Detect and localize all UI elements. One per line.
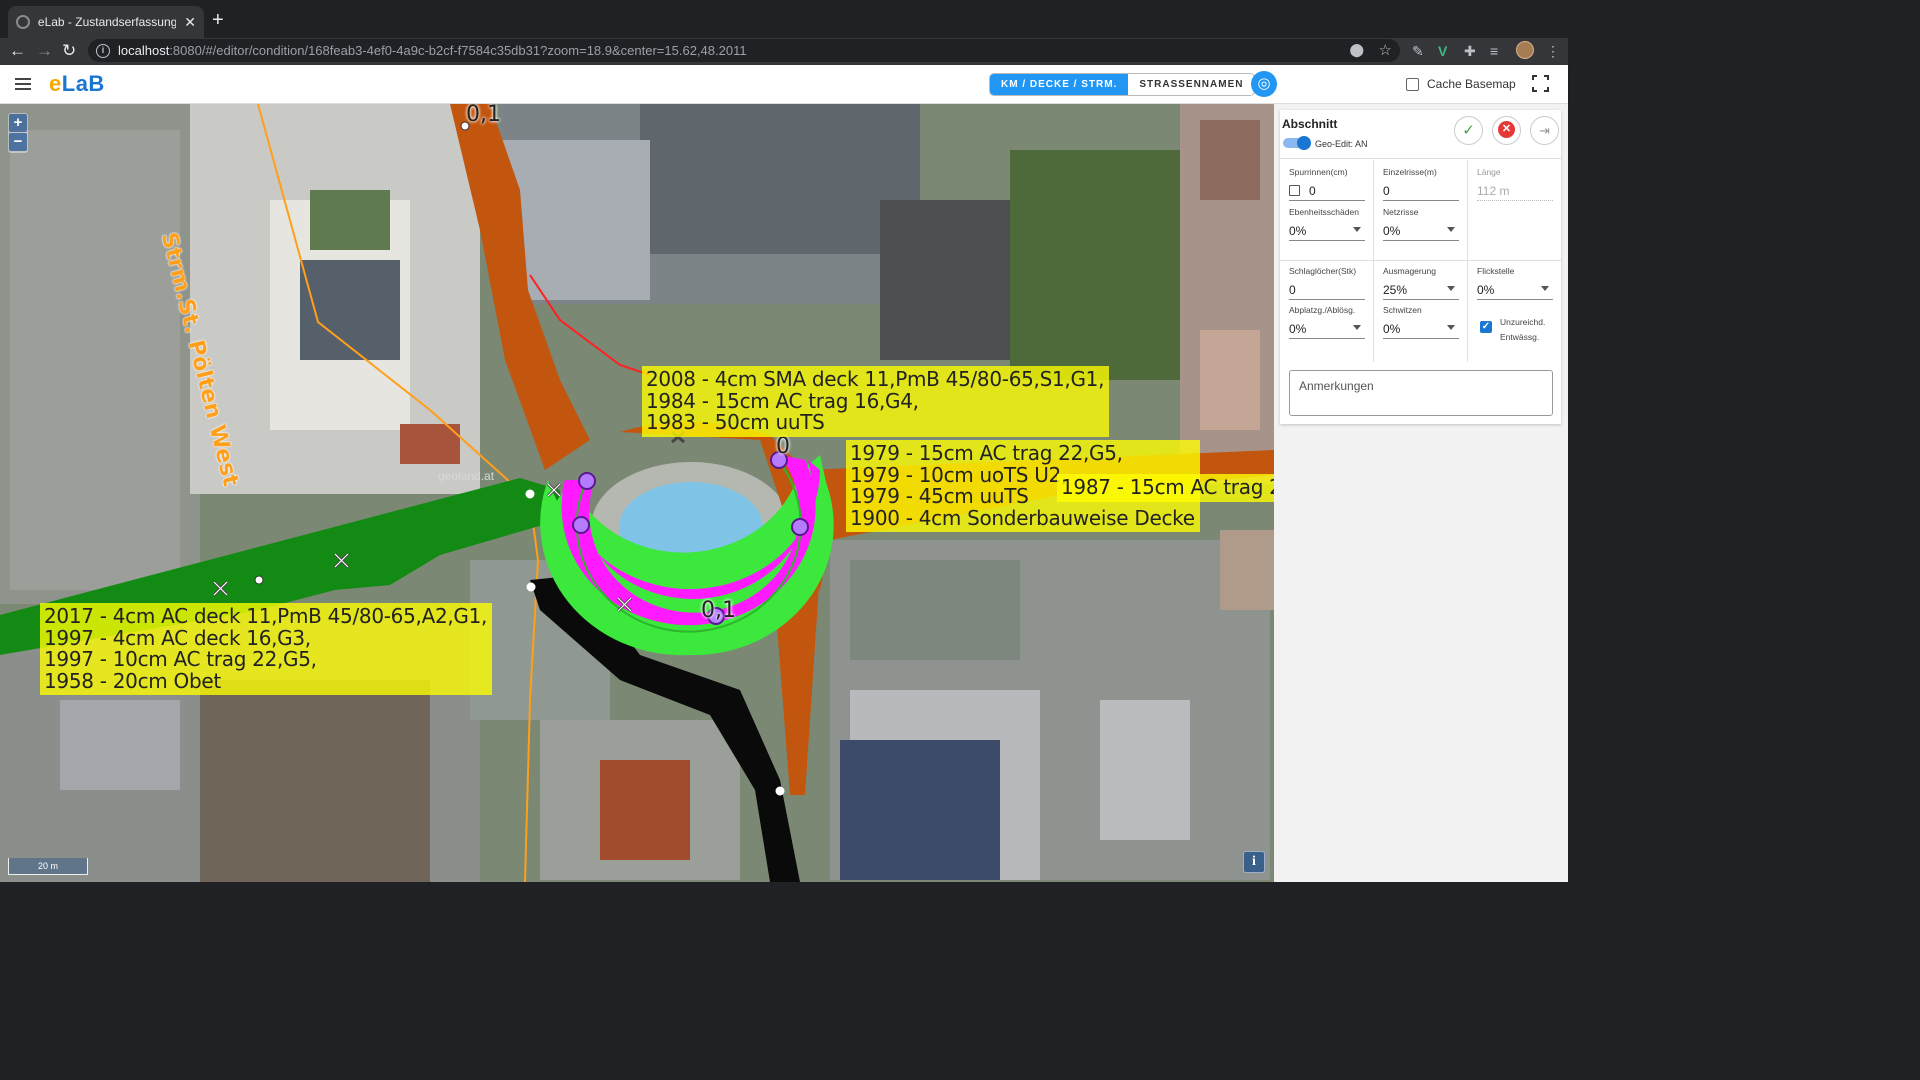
field-flickstelle: Flickstelle 0% [1477,266,1553,300]
flickstelle-select[interactable]: 0% [1477,282,1553,300]
exit-button[interactable]: ⇥ [1530,116,1559,145]
panel-title: Abschnitt [1282,117,1338,131]
field-laenge: Länge 112 m [1477,167,1553,201]
ebenheitsschaeden-select[interactable]: 0% [1289,223,1365,241]
exit-icon: ⇥ [1539,123,1550,138]
unzureichend-entwaesserung-label: Unzureichd. Entwässg. [1500,317,1546,342]
browser-toolbar: ← → ↻ i localhost:8080/#/editor/conditio… [0,38,1568,65]
zoom-out-button[interactable]: − [9,133,27,151]
locate-button[interactable]: ◎ [1251,71,1277,97]
laenge-value: 112 m [1477,183,1553,201]
geo-edit-label: Geo-Edit: AN [1315,139,1368,149]
site-info-icon[interactable]: i [96,43,110,58]
km-marker-top: 0,1 [466,104,501,127]
cache-basemap-toggle[interactable]: Cache Basemap [1406,77,1516,91]
field-spurrinnen: Spurrinnen(cm) 0 [1289,167,1365,201]
km-marker-ring: 0,1 [701,598,736,623]
field-einzelrisse: Einzelrisse(m) 0 [1383,167,1459,201]
km-marker-mid: 0 [776,434,790,459]
cancel-icon: ✕ [1498,121,1515,139]
location-pin-icon[interactable]: ⬤ [1349,42,1364,58]
geo-edit-switch[interactable] [1283,136,1311,150]
dropdown-caret-icon [1447,227,1455,232]
forward-icon[interactable]: → [36,41,53,61]
spurrinnen-checkbox[interactable] [1289,185,1300,196]
layer-toggle-group: KM / DECKE / STRM. STRASSENNAMEN [989,73,1256,96]
map-info-button[interactable]: i [1243,851,1265,873]
layer-label-far-east: 1987 - 15cm AC trag 22 [1057,474,1274,502]
menu-icon[interactable] [15,78,31,90]
toggle-km-decke-strm[interactable]: KM / DECKE / STRM. [990,74,1129,95]
dropdown-caret-icon [1447,286,1455,291]
browser-tabbar: eLab - Zustandserfassung Lan ✕ + [0,0,1568,38]
layer-label-north: 2008 - 4cm SMA deck 11,PmB 45/80-65,S1,G… [642,366,1110,437]
schlagloecher-input[interactable]: 0 [1289,282,1365,300]
crosshair-icon: ◎ [1257,75,1271,92]
einzelrisse-input[interactable]: 0 [1383,183,1459,201]
media-queue-icon[interactable]: ≡ [1490,42,1498,60]
cache-basemap-label: Cache Basemap [1427,77,1516,91]
field-abplatzg: Abplatzg./Ablösg. 0% [1289,305,1365,339]
netzrisse-select[interactable]: 0% [1383,223,1459,241]
confirm-button[interactable]: ✓ [1454,116,1483,145]
check-icon: ✓ [1462,122,1475,139]
map-attribution: geoland.at [438,469,495,483]
bookmark-star-icon[interactable]: ☆ [1379,41,1392,59]
zoom-in-button[interactable]: + [9,114,27,132]
url-path: :8080/#/editor/condition/168feab3-4ef0-4… [169,43,747,58]
field-schwitzen: Schwitzen 0% [1383,305,1459,339]
app-header: eLaB KM / DECKE / STRM. STRASSENNAMEN ◎ … [0,65,1568,104]
notes-textarea[interactable]: Anmerkungen [1289,370,1553,416]
profile-avatar[interactable] [1516,41,1534,59]
layer-label-west: 2017 - 4cm AC deck 11,PmB 45/80-65,A2,G1… [40,603,493,695]
app-logo: eLaB [49,71,105,96]
url-host: localhost [118,43,170,58]
cache-basemap-checkbox[interactable] [1406,77,1419,91]
field-netzrisse: Netzrisse 0% [1383,207,1459,241]
schwitzen-select[interactable]: 0% [1383,321,1459,339]
close-tab-icon[interactable]: ✕ [184,14,196,31]
fullscreen-icon[interactable] [1532,75,1549,92]
spurrinnen-input[interactable]: 0 [1289,183,1365,201]
field-ebenheitsschaeden: Ebenheitsschäden 0% [1289,207,1365,241]
abplatzg-select[interactable]: 0% [1289,321,1365,339]
new-tab-icon[interactable]: + [212,10,224,30]
unzureichend-entwaesserung-checkbox[interactable]: ✓ [1480,321,1492,333]
notes-placeholder: Anmerkungen [1299,379,1374,393]
pen-extension-icon[interactable]: ✎ [1412,42,1424,60]
dropdown-caret-icon [1447,325,1455,330]
globe-icon [16,15,30,29]
toggle-strassennamen[interactable]: STRASSENNAMEN [1128,74,1255,95]
tab-title: eLab - Zustandserfassung Lan [37,15,177,29]
field-schlagloecher: Schlaglöcher(Stk) 0 [1289,266,1365,300]
ausmagerung-select[interactable]: 25% [1383,282,1459,300]
zoom-control: + − [8,113,28,153]
browser-menu-icon[interactable]: ⋮ [1546,42,1560,60]
dropdown-caret-icon [1353,227,1361,232]
dropdown-caret-icon [1353,325,1361,330]
vue-devtools-icon[interactable]: V [1438,42,1447,60]
field-ausmagerung: Ausmagerung 25% [1383,266,1459,300]
reload-icon[interactable]: ↻ [62,41,76,61]
extensions-puzzle-icon[interactable]: ✚ [1464,42,1476,60]
address-bar[interactable]: i localhost:8080/#/editor/condition/168f… [88,39,1400,62]
cancel-button[interactable]: ✕ [1492,116,1521,145]
dropdown-caret-icon [1541,286,1549,291]
back-icon[interactable]: ← [9,41,26,61]
map-canvas[interactable]: geoland.at Strm.St. Pölten West 0,1 0 0,… [0,104,1274,882]
browser-tab[interactable]: eLab - Zustandserfassung Lan ✕ [8,6,204,38]
scale-bar: 20 m [8,858,88,875]
